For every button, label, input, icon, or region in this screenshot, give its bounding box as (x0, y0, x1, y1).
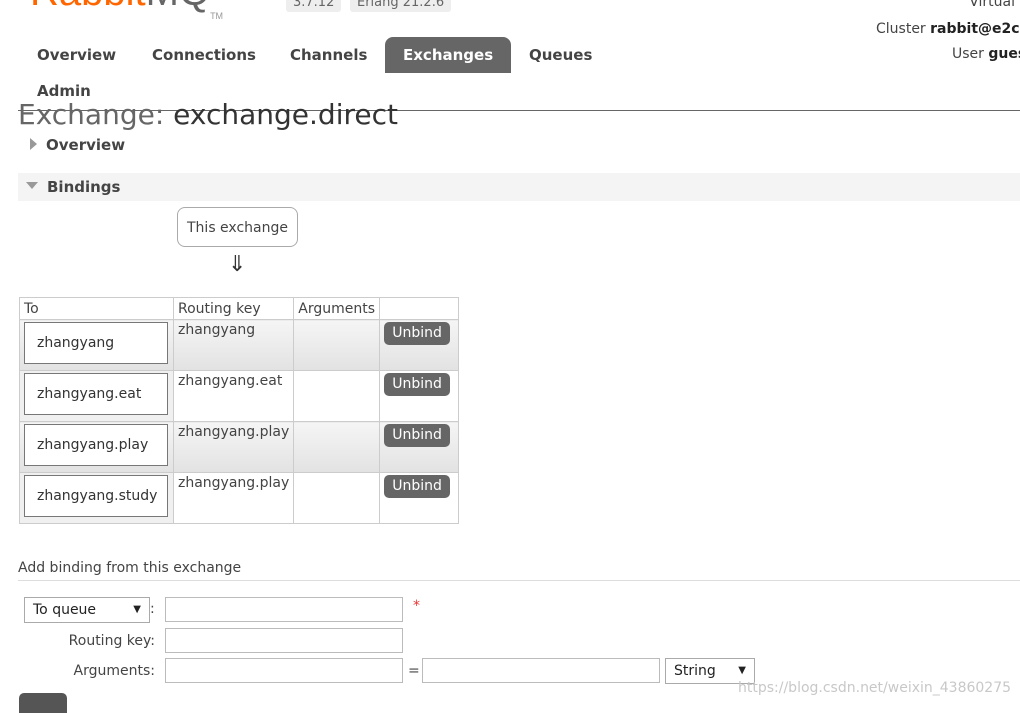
tab-channels[interactable]: Channels (272, 37, 385, 73)
required-marker: * (413, 598, 420, 614)
tab-connections[interactable]: Connections (134, 37, 274, 73)
binding-routing-key: zhangyang.play (178, 475, 290, 491)
dropdown-caret-icon: ▼ (133, 604, 141, 615)
binding-arguments (293, 370, 381, 422)
argument-value-input[interactable] (422, 658, 660, 683)
virtual-host-label: Virtual (969, 0, 1015, 10)
tab-overview[interactable]: Overview (19, 37, 134, 73)
table-header-row: To Routing key Arguments (19, 297, 460, 320)
bind-button[interactable] (19, 693, 67, 713)
rabbitmq-logo: RabbitMQTM (30, 0, 224, 21)
table-row: zhangyang.study zhangyang.play Unbind (19, 472, 460, 524)
user-name[interactable]: guest (988, 46, 1020, 62)
binding-destination-link[interactable]: zhangyang.study (24, 475, 168, 517)
binding-arguments (293, 319, 381, 371)
bindings-section-toggle[interactable]: Bindings (18, 173, 1020, 201)
binding-destination-link[interactable]: zhangyang.eat (24, 373, 168, 415)
bindings-table: To Routing key Arguments zhangyang zhang… (19, 297, 460, 524)
column-header-to: To (19, 297, 174, 320)
routing-key-input[interactable] (165, 628, 403, 653)
table-row: zhangyang zhangyang Unbind (19, 319, 460, 371)
routing-key-label: Routing key: (68, 633, 155, 649)
destination-input[interactable] (165, 597, 403, 622)
binding-routing-key: zhangyang.eat (178, 373, 283, 389)
equals-sign: = (408, 663, 420, 679)
unbind-button[interactable]: Unbind (384, 322, 450, 345)
binding-routing-key: zhangyang.play (178, 424, 290, 440)
add-binding-heading: Add binding from this exchange (18, 560, 1020, 581)
version-badge: 3.7.12 (286, 0, 342, 12)
this-exchange-box: This exchange (177, 207, 298, 247)
exchange-name: exchange.direct (173, 100, 398, 130)
column-header-routing-key: Routing key (172, 297, 295, 320)
arguments-label: Arguments: (73, 663, 155, 679)
watermark-text: https://blog.csdn.net/weixin_43860275 (738, 680, 1012, 696)
page-title: Exchange: exchange.direct (18, 100, 398, 130)
erlang-version-badge: Erlang 21.2.6 (350, 0, 452, 12)
binding-destination-link[interactable]: zhangyang.play (24, 424, 168, 466)
tab-exchanges[interactable]: Exchanges (385, 37, 512, 73)
column-header-arguments: Arguments (293, 297, 381, 320)
destination-type-select[interactable]: To queue ▼ (24, 597, 150, 623)
binding-arguments (293, 472, 381, 524)
caret-right-icon (30, 137, 37, 150)
destination-colon: : (150, 601, 155, 617)
tab-queues[interactable]: Queues (511, 37, 610, 73)
overview-section-toggle[interactable]: Overview (18, 131, 1020, 159)
binding-destination-link[interactable]: zhangyang (24, 322, 168, 364)
binding-arguments (293, 421, 381, 473)
binding-routing-key: zhangyang (178, 322, 256, 338)
user-info: User guest (952, 46, 1020, 62)
unbind-button[interactable]: Unbind (384, 424, 450, 447)
table-row: zhangyang.play zhangyang.play Unbind (19, 421, 460, 473)
column-header-actions (379, 297, 460, 320)
unbind-button[interactable]: Unbind (384, 475, 450, 498)
table-row: zhangyang.eat zhangyang.eat Unbind (19, 370, 460, 422)
down-arrow-icon: ⇓ (228, 252, 247, 277)
caret-down-icon (26, 182, 38, 189)
argument-key-input[interactable] (165, 658, 403, 683)
cluster-name: rabbit@e2co (930, 21, 1020, 37)
cluster-info: Cluster rabbit@e2co (876, 21, 1020, 37)
unbind-button[interactable]: Unbind (384, 373, 450, 396)
